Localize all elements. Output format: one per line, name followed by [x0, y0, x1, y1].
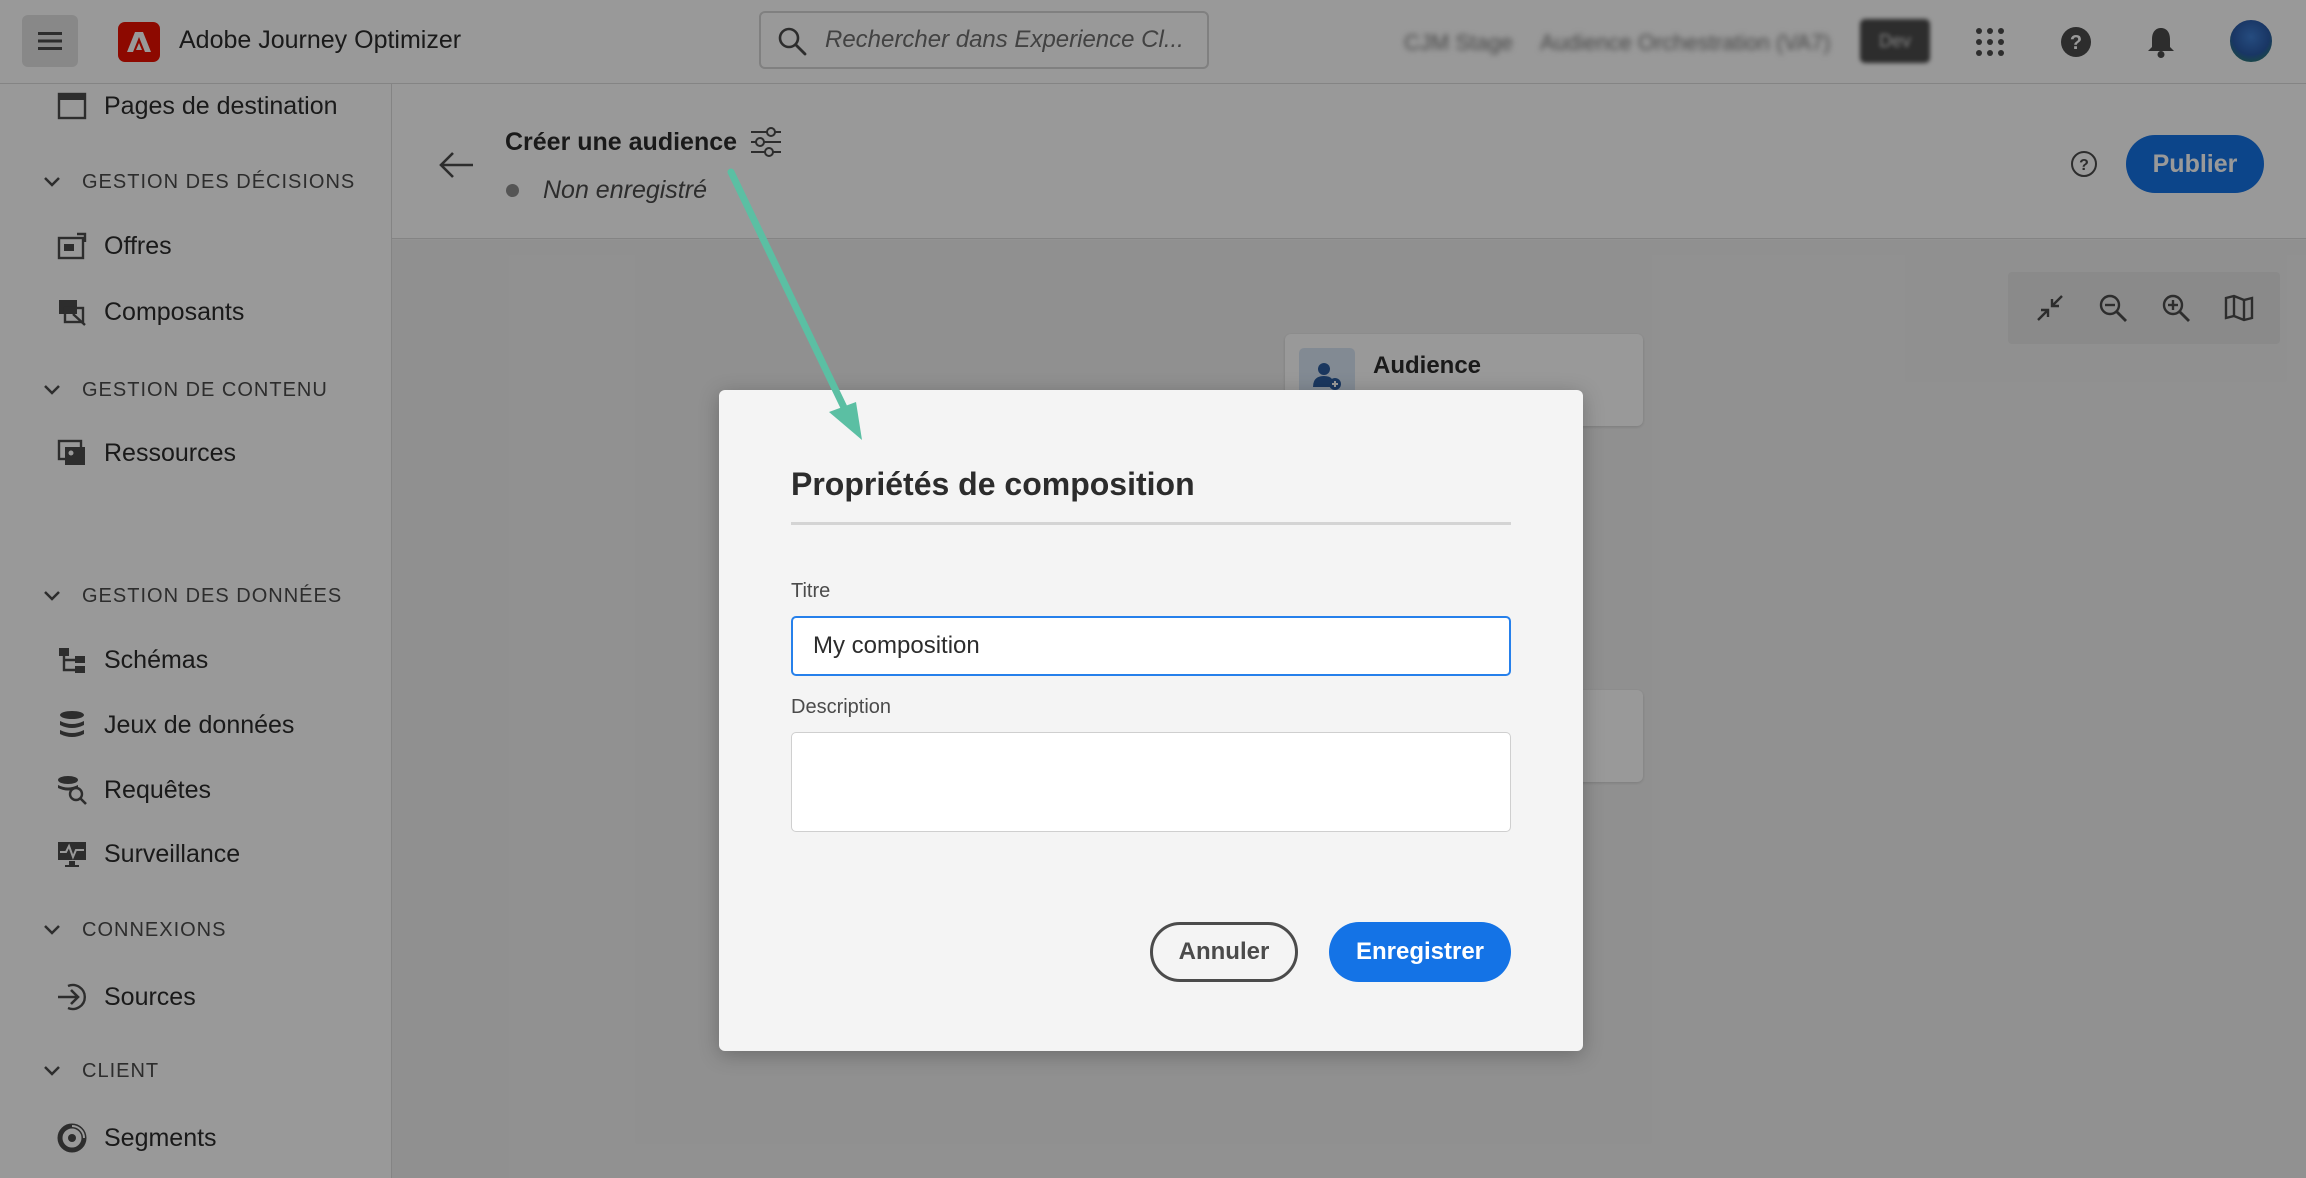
composition-properties-dialog: Propriétés de composition Titre Descript…: [719, 390, 1583, 1051]
dialog-divider: [791, 522, 1511, 525]
description-field[interactable]: [791, 732, 1511, 832]
save-button[interactable]: Enregistrer: [1329, 922, 1511, 982]
dialog-title: Propriétés de composition: [791, 466, 1195, 502]
title-field-label: Titre: [791, 580, 831, 602]
description-field-label: Description: [791, 696, 892, 718]
title-field[interactable]: [791, 616, 1511, 676]
cancel-button[interactable]: Annuler: [1150, 922, 1298, 982]
